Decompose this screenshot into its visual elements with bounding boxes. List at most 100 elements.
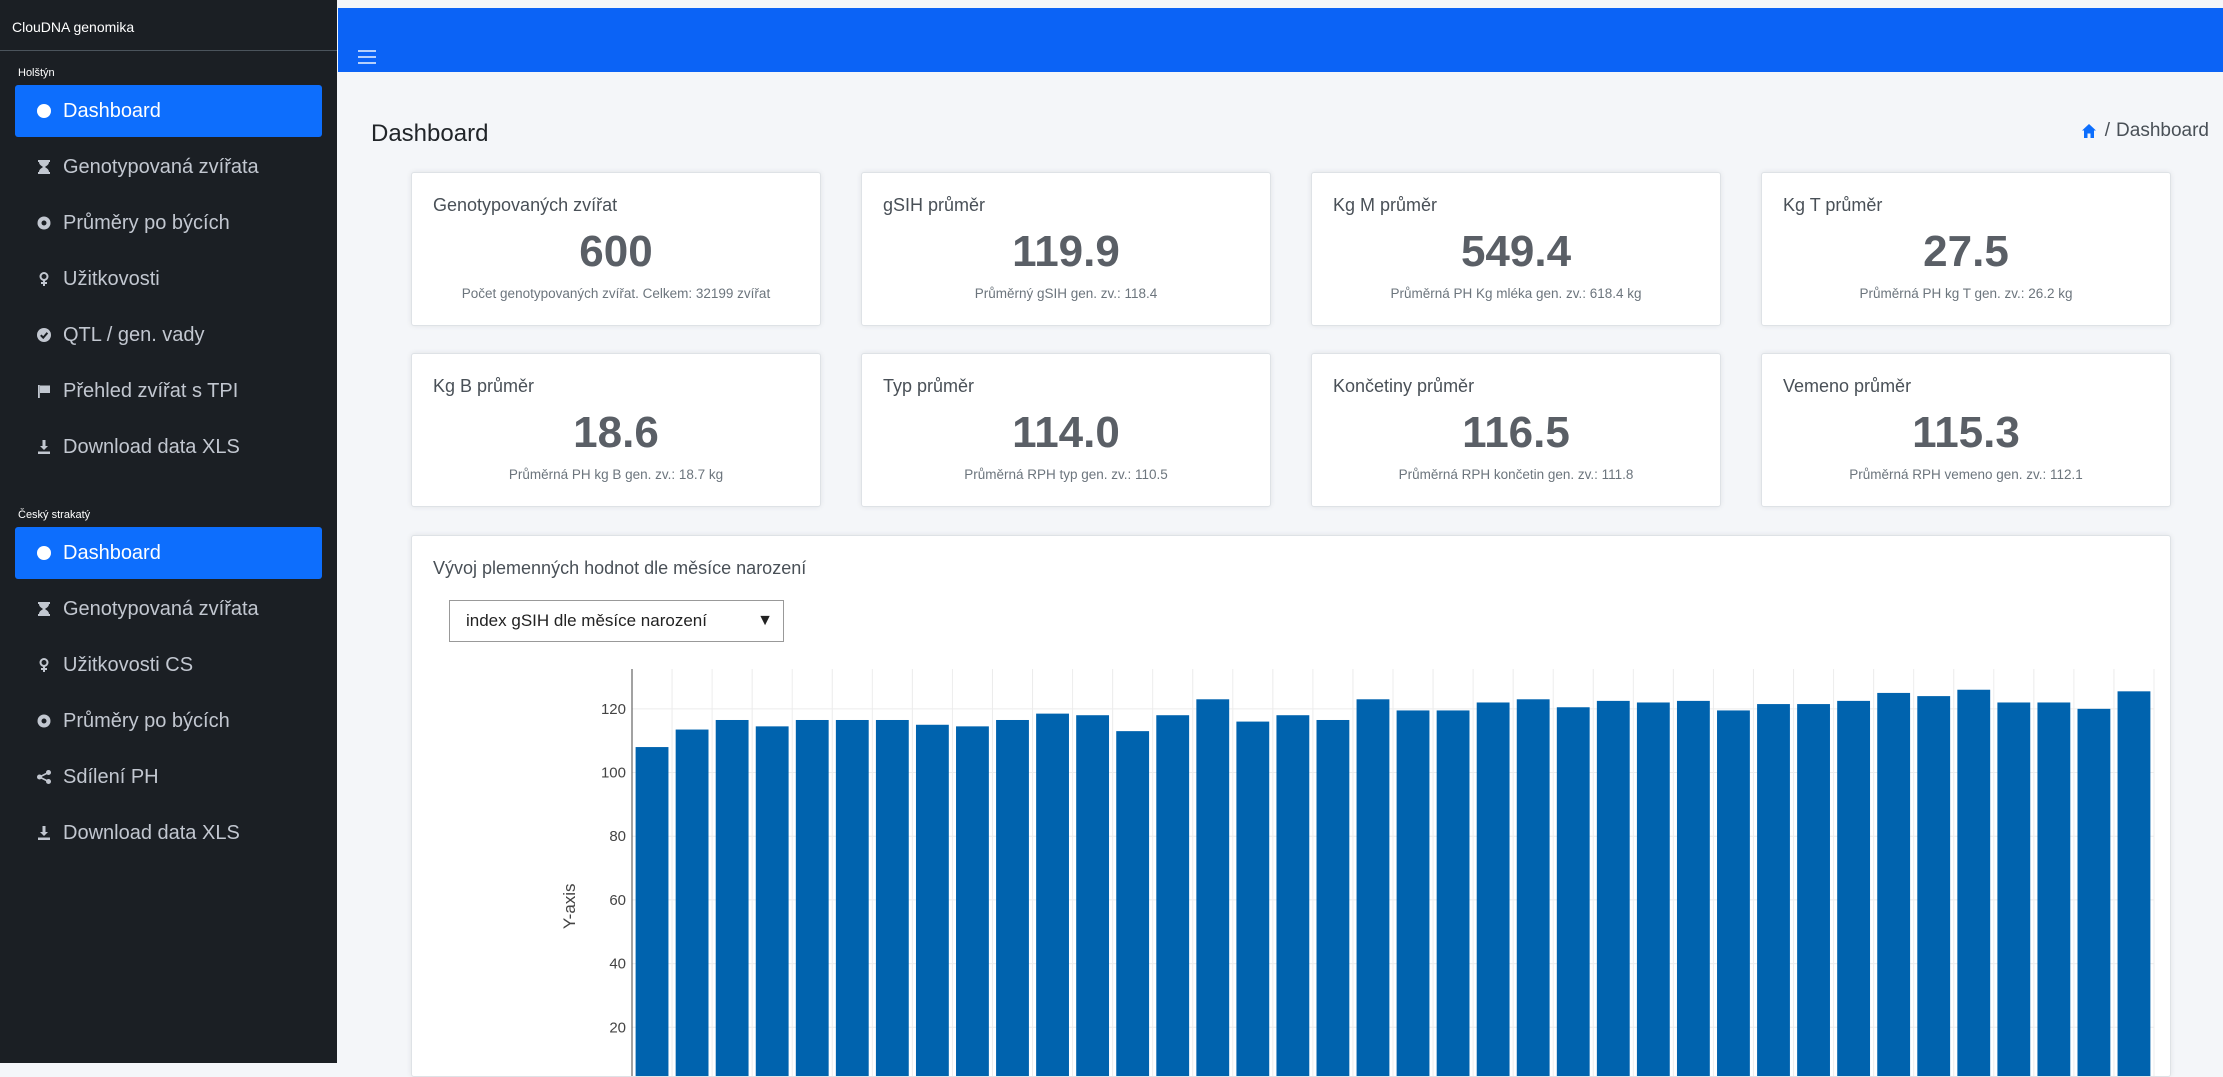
chart-bar[interactable] <box>1676 700 1710 1076</box>
chart-bar[interactable] <box>1436 710 1470 1076</box>
chart-bar[interactable] <box>715 719 749 1076</box>
sidebar-group-label: Holštýn <box>18 67 55 79</box>
hourglass-icon <box>37 602 51 616</box>
chart-bar[interactable] <box>755 726 789 1076</box>
hourglass-icon <box>37 160 51 174</box>
circle-dot-icon <box>37 216 51 230</box>
stat-card: Kg T průměr 27.5 Průměrná PH kg T gen. zv.… <box>1761 172 2171 326</box>
sidebar-item[interactable]: Užitkovosti <box>15 253 322 305</box>
chart-bar[interactable] <box>635 747 669 1076</box>
sidebar-item[interactable]: Průměry po býcích <box>15 695 322 747</box>
breadcrumb-current: Dashboard <box>2116 120 2209 141</box>
sidebar-item[interactable]: Sdílení PH <box>15 751 322 803</box>
chart-bar[interactable] <box>1757 704 1790 1076</box>
sidebar-item[interactable]: Download data XLS <box>15 421 322 473</box>
stat-card: Vemeno průměr 115.3 Průměrná RPH vemeno ge… <box>1761 353 2171 507</box>
chart-bar[interactable] <box>1997 702 2031 1076</box>
stat-card-value: 114.0 <box>1012 408 1120 457</box>
stat-card-note: Průměrná RPH vemeno gen. zv.: 112.1 <box>1849 467 2083 482</box>
stat-card-value: 119.9 <box>1012 227 1120 276</box>
dashboard-icon <box>37 546 51 560</box>
chart-bar[interactable] <box>1316 719 1350 1076</box>
chart-bar[interactable] <box>1516 699 1550 1076</box>
sidebar-item[interactable]: Přehled zvířat s TPI <box>15 365 322 417</box>
chart-bar[interactable] <box>1156 715 1190 1076</box>
chart-bar[interactable] <box>1556 707 1590 1076</box>
chart-bar[interactable] <box>1957 689 1991 1076</box>
chart-bar[interactable] <box>875 719 909 1076</box>
sidebar-item-label: Sdílení PH <box>63 765 159 788</box>
stat-card: Kg M průměr 549.4 Průměrná PH Kg mléka gen… <box>1311 172 1721 326</box>
sidebar-item-label: Genotypovaná zvířata <box>63 155 259 178</box>
chart-bar[interactable] <box>1877 692 1911 1076</box>
stat-card-title: Kg T průměr <box>1783 195 1883 215</box>
chart-bar[interactable] <box>1636 702 1670 1076</box>
chart-bar[interactable] <box>956 726 989 1076</box>
chart-bar[interactable] <box>1036 713 1069 1076</box>
download-icon <box>37 826 51 840</box>
chart-bar[interactable] <box>1396 710 1430 1076</box>
sidebar: ClouDNA genomika Holštýn Dashboard Genotyp… <box>0 0 337 1063</box>
chart-bar[interactable] <box>2117 691 2151 1076</box>
stat-card: Kg B průměr 18.6 Průměrná PH kg B gen. zv.… <box>411 353 821 507</box>
stat-card-note: Průměrná RPH končetin gen. zv.: 111.8 <box>1398 467 1634 482</box>
y-tick-label: 100 <box>601 765 626 782</box>
breadcrumb: / Dashboard <box>2081 120 2209 142</box>
sidebar-item-label: Dashboard <box>63 99 161 122</box>
breadcrumb-separator: / <box>2104 120 2111 141</box>
stat-card-note: Průměrná RPH typ gen. zv.: 110.5 <box>964 467 1168 482</box>
stat-card: Typ průměr 114.0 Průměrná RPH typ gen. zv.… <box>861 353 1271 507</box>
brand-name[interactable]: ClouDNA genomika <box>0 0 337 51</box>
stat-card-title: Genotypovaných zvířat <box>433 195 618 215</box>
chart-bar[interactable] <box>795 719 829 1076</box>
stat-card-value: 116.5 <box>1462 408 1570 457</box>
sidebar-item[interactable]: Genotypovaná zvířata <box>15 141 322 193</box>
chart-bar[interactable] <box>1116 731 1150 1076</box>
stat-card-title: Kg M průměr <box>1333 195 1438 215</box>
chart-bar[interactable] <box>675 729 709 1076</box>
stat-card-note: Počet genotypovaných zvířat. Celkem: 321… <box>461 286 771 301</box>
chart-bar[interactable] <box>915 724 949 1076</box>
home-icon[interactable] <box>2081 123 2097 139</box>
sidebar-groups: Holštýn Dashboard Genotypovaná zvířata Prům… <box>0 67 337 859</box>
sidebar-group-label: Český strakatý <box>18 509 91 521</box>
chart-bar[interactable] <box>1797 704 1830 1076</box>
y-tick-label: 20 <box>609 1019 626 1036</box>
main-content: Dashboard / Dashboard Genotypovaných zví… <box>337 0 2223 1077</box>
chart-bar[interactable] <box>2037 702 2071 1076</box>
chart-bar[interactable] <box>1196 699 1230 1076</box>
stat-card-value: 18.6 <box>573 408 659 457</box>
sidebar-item[interactable]: Dashboard <box>15 85 322 137</box>
chevron-down-icon: ▼ <box>757 612 773 629</box>
chart-bar[interactable] <box>1917 696 1951 1076</box>
sidebar-item[interactable]: Průměry po býcích <box>15 197 322 249</box>
sidebar-item[interactable]: QTL / gen. vady <box>15 309 322 361</box>
chart-bar[interactable] <box>835 719 869 1076</box>
chart-bar[interactable] <box>996 719 1029 1076</box>
chart-bar[interactable] <box>1276 715 1310 1076</box>
chart-bar[interactable] <box>1356 699 1390 1076</box>
y-tick-label: 40 <box>609 956 626 973</box>
chart-bar[interactable] <box>1236 721 1270 1076</box>
chart-metric-select[interactable]: index gSIH dle měsíce narození ▼ <box>449 600 784 642</box>
sidebar-item-label: Průměry po býcích <box>63 211 230 234</box>
chart-bar[interactable] <box>2077 708 2111 1076</box>
hamburger-menu-icon[interactable] <box>358 50 376 64</box>
venus-icon <box>37 658 51 672</box>
stat-card-note: Průměrná PH kg T gen. zv.: 26.2 kg <box>1859 286 2073 301</box>
sidebar-item[interactable]: Genotypovaná zvířata <box>15 583 322 635</box>
sidebar-item-label: QTL / gen. vady <box>63 323 205 346</box>
sidebar-item[interactable]: Užitkovosti CS <box>15 639 322 691</box>
check-circle-icon <box>37 328 51 342</box>
stat-card-value: 549.4 <box>1460 227 1572 276</box>
sidebar-item[interactable]: Download data XLS <box>15 807 322 859</box>
chart-bar[interactable] <box>1717 710 1750 1076</box>
chart-bar[interactable] <box>1076 715 1110 1076</box>
sidebar-item[interactable]: Dashboard <box>15 527 322 579</box>
chart-bar[interactable] <box>1837 700 1871 1076</box>
y-tick-label: 80 <box>609 828 626 845</box>
chart-title: Vývoj plemenných hodnot dle měsíce naroz… <box>433 558 807 578</box>
chart-bar[interactable] <box>1476 702 1510 1076</box>
chart-bar[interactable] <box>1596 700 1630 1076</box>
stat-card-value: 115.3 <box>1912 408 2020 457</box>
